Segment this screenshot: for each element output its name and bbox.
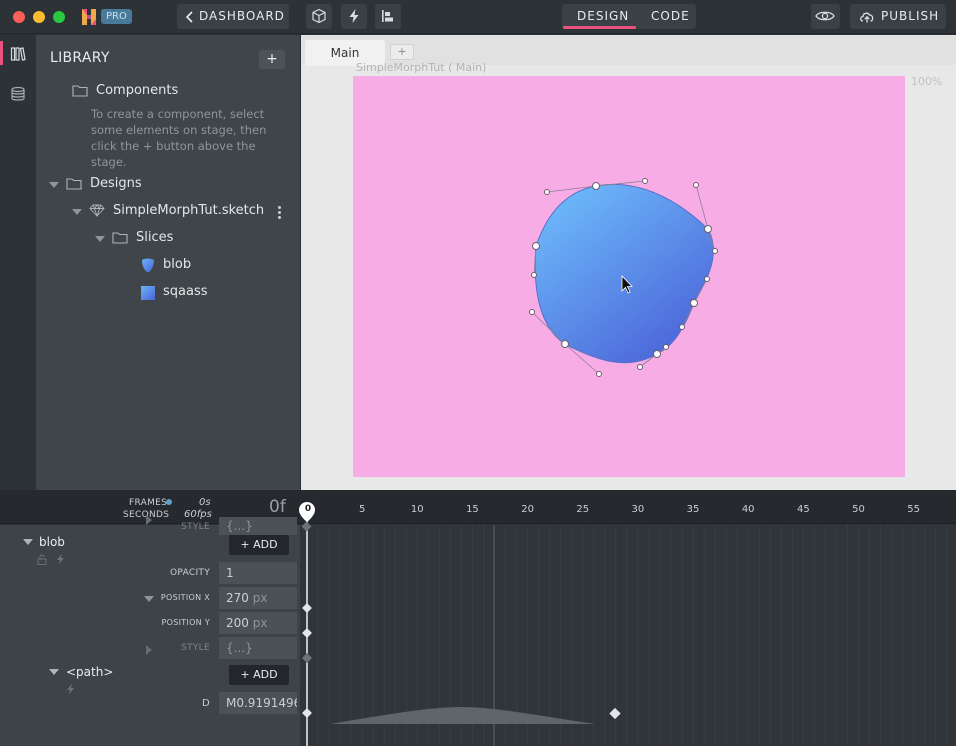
zoom-window-button[interactable]: [53, 11, 65, 23]
publish-button[interactable]: PUBLISH: [850, 4, 946, 29]
timeline-panel: FRAMES SECONDS 0s 60fps 0f 5 10 15 20 25 30 35…: [0, 490, 956, 746]
title-bar: PRO DASHBOARD DESIGN CODE PUBLISH: [0, 0, 956, 34]
library-icon[interactable]: [10, 46, 26, 62]
active-mode-indicator: [563, 26, 636, 29]
folder-icon: [66, 178, 82, 190]
designs-folder[interactable]: Designs: [90, 176, 142, 191]
library-panel: LIBRARY + Components To create a compone…: [36, 35, 300, 490]
chevron-left-icon: [186, 11, 193, 23]
stage-area: Main + SimpleMorphTut ( Main) 100%: [301, 35, 956, 490]
shield-icon: [142, 258, 154, 273]
tween-curve[interactable]: [330, 707, 595, 724]
preview-button[interactable]: [811, 4, 840, 29]
sketch-file-expand-toggle[interactable]: [72, 209, 82, 215]
component-tool-button[interactable]: [306, 4, 332, 29]
add-component-button[interactable]: +: [259, 50, 285, 69]
dashboard-button[interactable]: DASHBOARD: [177, 4, 289, 29]
eye-icon: [815, 11, 835, 21]
haiku-logo-icon: [82, 9, 96, 25]
cloud-upload-icon: [860, 12, 874, 23]
timeline-drawing: [299, 502, 948, 746]
dashboard-label: DASHBOARD: [199, 9, 285, 23]
sketch-file-item[interactable]: SimpleMorphTut.sketch: [113, 203, 264, 218]
stage-drawing: [529, 178, 718, 377]
left-rail: [0, 35, 36, 490]
app-window: PRO DASHBOARD DESIGN CODE PUBLISH LIBRAR…: [0, 0, 956, 746]
components-help-text: To create a component, select some eleme…: [91, 107, 267, 169]
library-title: LIBRARY: [50, 50, 110, 66]
components-folder[interactable]: Components: [96, 83, 178, 98]
zoom-level: 100%: [911, 75, 943, 88]
slice-item-blob[interactable]: blob: [163, 257, 191, 272]
slices-folder[interactable]: Slices: [136, 230, 173, 245]
lightning-icon: [349, 9, 359, 23]
folder-icon: [72, 85, 88, 97]
align-icon: [382, 10, 393, 22]
diamond-icon: [89, 204, 105, 217]
publish-label: PUBLISH: [881, 9, 940, 23]
align-tool-button[interactable]: [375, 4, 401, 29]
square-icon: [141, 286, 155, 300]
pro-badge: PRO: [101, 9, 132, 24]
slices-expand-toggle[interactable]: [95, 236, 105, 242]
folder-icon: [112, 232, 128, 244]
cube-icon: [312, 8, 326, 24]
close-window-button[interactable]: [13, 11, 25, 23]
artboard[interactable]: [353, 76, 905, 477]
more-options-icon[interactable]: [278, 206, 281, 219]
slice-item-sqaass[interactable]: sqaass: [163, 284, 208, 299]
code-mode-tab[interactable]: CODE: [651, 4, 690, 29]
mode-switcher: DESIGN CODE: [562, 4, 696, 29]
actions-tool-button[interactable]: [341, 4, 367, 29]
designs-expand-toggle[interactable]: [49, 182, 59, 188]
artboard-title: SimpleMorphTut ( Main): [356, 61, 487, 74]
minimize-window-button[interactable]: [33, 11, 45, 23]
active-rail-indicator: [0, 41, 3, 65]
database-icon[interactable]: [10, 86, 26, 102]
blob-shape[interactable]: [534, 183, 714, 364]
add-tab-button[interactable]: +: [390, 44, 414, 60]
playhead-frame-label: 0: [304, 504, 312, 514]
